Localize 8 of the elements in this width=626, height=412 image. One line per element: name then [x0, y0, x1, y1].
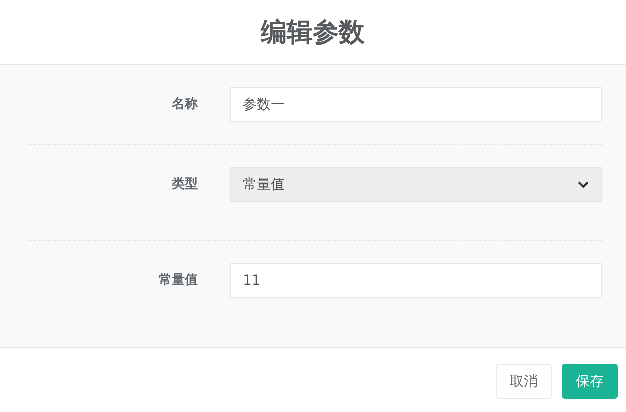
input-field[interactable]: 11: [230, 263, 602, 298]
field-label: 常量值: [158, 272, 198, 289]
dialog-title: 编辑参数: [261, 16, 365, 50]
field-label: 名称: [170, 96, 198, 113]
cancel-button[interactable]: 取消: [496, 364, 552, 399]
chevron-down-icon: [578, 180, 589, 188]
field-label: 类型: [170, 176, 198, 193]
input-field[interactable]: 参数一: [230, 87, 602, 122]
